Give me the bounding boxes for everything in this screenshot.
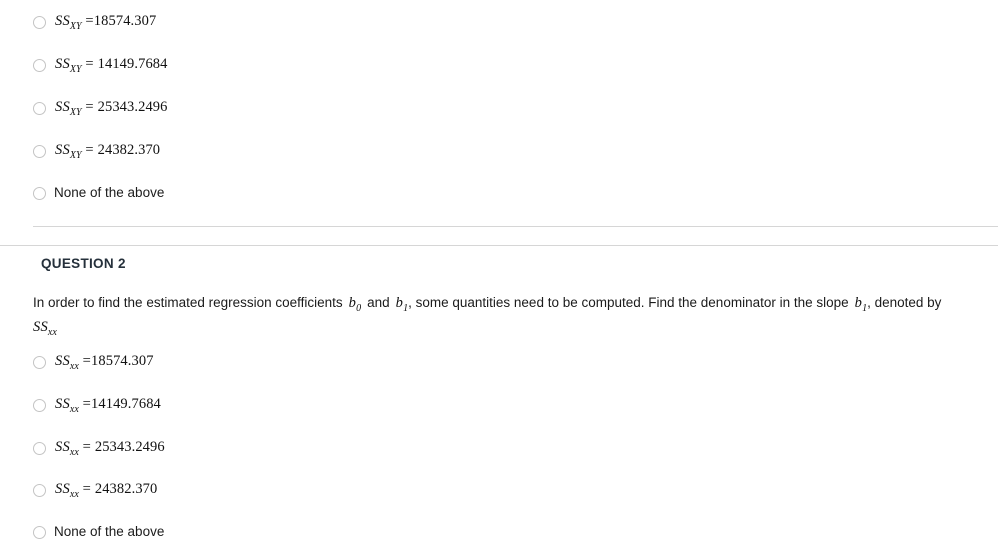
equals-sign: =: [82, 395, 92, 412]
option-subscript: XY: [69, 20, 82, 32]
option-value: 18574.307: [93, 13, 157, 29]
option-subscript: XY: [69, 149, 82, 161]
option-symbol: SS: [55, 55, 70, 72]
option-label: None of the above: [54, 184, 165, 200]
option-subscript: XY: [69, 106, 82, 118]
option-symbol: SS: [55, 352, 70, 369]
option-label: SSxx = 24382.370: [55, 481, 157, 500]
question-2-heading: QUESTION 2: [41, 256, 126, 271]
coefficient-b0-symbol: b: [348, 295, 357, 311]
question-1-bottom-divider: [33, 226, 998, 227]
option-subscript: xx: [69, 446, 79, 458]
option-value: 24382.370: [97, 141, 161, 158]
radio-button[interactable]: [33, 101, 46, 115]
radio-button[interactable]: [33, 526, 46, 539]
option-label: SSXY = 24382.370: [55, 142, 160, 161]
option-subscript: xx: [69, 489, 79, 501]
option-value: 18574.307: [91, 352, 154, 369]
option-subscript: xx: [69, 403, 79, 415]
question-1-option-list: SSXY =18574.307 SSXY = 14149.7684 SSXY =…: [0, 13, 168, 200]
option-label: SSxx = 25343.2496: [55, 439, 165, 458]
radio-button[interactable]: [33, 186, 46, 200]
radio-button[interactable]: [33, 16, 46, 29]
option-symbol: SS: [55, 395, 70, 412]
equals-sign: =: [85, 141, 94, 158]
coefficient-b0: b0: [348, 295, 361, 314]
denominator-symbol: SS: [33, 319, 48, 336]
question-2-option-list: SSxx =18574.307 SSxx =14149.7684 SSxx = …: [0, 341, 998, 539]
radio-button[interactable]: [33, 484, 46, 498]
option-symbol: SS: [55, 13, 70, 29]
option-subscript: XY: [69, 63, 82, 75]
option-row[interactable]: SSXY = 14149.7684: [0, 56, 168, 75]
question-2-text: In order to find the estimated regressio…: [0, 271, 998, 341]
option-value: 24382.370: [94, 481, 158, 498]
coefficient-b1-symbol: b: [395, 295, 404, 311]
option-symbol: SS: [55, 98, 70, 115]
coefficient-b1: b1: [395, 295, 408, 314]
option-label: SSXY = 25343.2496: [55, 99, 168, 118]
radio-button[interactable]: [33, 441, 46, 455]
denominator-ssxx: SSxx: [33, 319, 57, 339]
radio-button[interactable]: [33, 58, 46, 72]
option-label: SSXY =18574.307: [55, 13, 156, 32]
option-row[interactable]: SSxx = 25343.2496: [0, 439, 998, 458]
option-row[interactable]: SSXY =18574.307: [0, 13, 168, 32]
option-symbol: SS: [55, 438, 70, 455]
radio-button[interactable]: [33, 355, 46, 369]
option-row[interactable]: SSxx =18574.307: [0, 353, 998, 372]
equals-sign: =: [85, 13, 94, 29]
equals-sign: =: [82, 438, 92, 455]
slope-b1-symbol: b: [854, 295, 863, 311]
option-label: SSxx =14149.7684: [55, 396, 161, 415]
equals-sign: =: [85, 98, 94, 115]
question-text-part-1: In order to find the estimated regressio…: [33, 295, 343, 310]
radio-button[interactable]: [33, 144, 46, 158]
option-symbol: SS: [55, 481, 70, 498]
option-label: None of the above: [54, 524, 165, 539]
denominator-subscript: xx: [47, 327, 57, 339]
option-value: 14149.7684: [91, 395, 161, 412]
radio-button[interactable]: [33, 398, 46, 412]
option-row[interactable]: SSxx = 24382.370: [0, 481, 998, 500]
option-row[interactable]: SSXY = 25343.2496: [0, 99, 168, 118]
question-text-part-2: and: [367, 295, 390, 310]
equals-sign: =: [85, 55, 94, 72]
question-text-part-4: , denoted by: [867, 295, 942, 310]
slope-b1: b1: [854, 295, 867, 314]
option-row[interactable]: SSXY = 24382.370: [0, 142, 168, 161]
option-value: 14149.7684: [97, 55, 168, 72]
option-row[interactable]: None of the above: [0, 524, 998, 539]
option-row[interactable]: SSxx =14149.7684: [0, 396, 998, 415]
question-2-section: QUESTION 2 In order to find the estimate…: [0, 246, 998, 539]
equals-sign: =: [82, 481, 92, 498]
option-label: SSXY = 14149.7684: [55, 56, 168, 75]
equals-sign: =: [82, 352, 92, 369]
option-value: 25343.2496: [97, 98, 168, 115]
option-symbol: SS: [55, 141, 70, 158]
option-row[interactable]: None of the above: [0, 185, 168, 200]
option-label: SSxx =18574.307: [55, 353, 154, 372]
option-subscript: xx: [69, 360, 79, 372]
question-text-part-3: , some quantities need to be computed. F…: [408, 295, 849, 310]
option-value: 25343.2496: [94, 438, 165, 455]
